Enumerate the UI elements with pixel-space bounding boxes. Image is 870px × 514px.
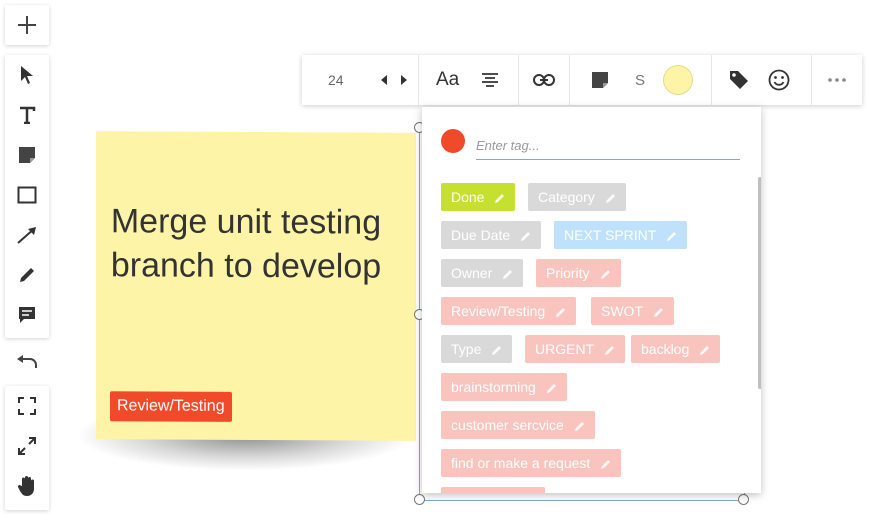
link-button[interactable]: [524, 55, 564, 105]
sticky-note[interactable]: Merge unit testing branch to develop Rev…: [96, 131, 416, 441]
pencil-icon[interactable]: [600, 269, 611, 280]
tag-emoji-section: [712, 55, 813, 105]
font-size-increase-button[interactable]: [394, 55, 414, 105]
smiley-icon: [768, 69, 789, 91]
pen-tool[interactable]: [5, 255, 49, 295]
view-toolbar: [5, 386, 49, 510]
font-size-section: 24: [302, 55, 419, 105]
caret-right-icon: [401, 75, 407, 85]
sticky-note-tool[interactable]: [5, 135, 49, 175]
tag-done[interactable]: Done: [441, 183, 516, 211]
more-button[interactable]: [817, 55, 857, 105]
resize-handle-bottom-left[interactable]: [414, 494, 425, 505]
arrow-tool[interactable]: [5, 215, 49, 255]
hand-tool[interactable]: [5, 466, 49, 506]
tag-type[interactable]: Type: [441, 335, 513, 363]
cursor-icon: [21, 66, 33, 84]
note-text: Merge unit testing branch to develop: [110, 202, 382, 286]
more-section: [812, 55, 862, 105]
plus-icon: [18, 16, 36, 34]
shape-size-button[interactable]: S: [630, 55, 650, 105]
pencil-icon[interactable]: [502, 269, 513, 280]
pencil-icon[interactable]: [666, 231, 677, 242]
link-icon: [533, 74, 556, 86]
resize-handle-bottom-right[interactable]: [738, 494, 749, 505]
font-size-decrease-button[interactable]: [374, 55, 394, 105]
emoji-button[interactable]: [766, 55, 792, 105]
undo-icon: [17, 355, 37, 368]
text-tool[interactable]: [5, 95, 49, 135]
text-align-button[interactable]: [477, 55, 503, 105]
pencil-icon[interactable]: [605, 193, 616, 204]
text-icon: [20, 106, 36, 124]
tag-review-testing[interactable]: Review/Testing: [441, 297, 577, 325]
tag-urgent[interactable]: URGENT: [525, 335, 626, 363]
sticky-note-icon: [19, 147, 35, 163]
color-swatch: [663, 65, 694, 95]
pencil-icon[interactable]: [600, 459, 611, 470]
tag-panel-scrollbar[interactable]: [758, 177, 761, 389]
tag-priority[interactable]: Priority: [536, 259, 621, 287]
pencil-icon[interactable]: [574, 421, 585, 432]
align-center-icon: [481, 73, 498, 87]
tag-button[interactable]: [712, 55, 766, 105]
rectangle-tool[interactable]: [5, 175, 49, 215]
sticky-style-button[interactable]: [570, 55, 630, 105]
tag-partial[interactable]: [441, 487, 545, 493]
pencil-icon[interactable]: [546, 383, 557, 394]
tag-owner[interactable]: Owner: [441, 259, 524, 287]
tag-icon: [729, 71, 748, 89]
pencil-icon[interactable]: [699, 345, 710, 356]
hand-icon: [17, 476, 34, 496]
undo-button[interactable]: [5, 345, 49, 381]
add-button[interactable]: [5, 5, 49, 45]
tag-next-sprint[interactable]: NEXT SPRINT: [554, 221, 688, 249]
pencil-icon[interactable]: [520, 231, 531, 242]
font-button[interactable]: Aa: [419, 55, 477, 105]
tag-customer-service[interactable]: customer sercvice: [441, 411, 595, 439]
fit-screen-icon: [18, 397, 36, 415]
tag-brainstorming[interactable]: brainstorming: [441, 373, 567, 401]
tag-due-date[interactable]: Due Date: [441, 221, 542, 249]
fullscreen-button[interactable]: [5, 426, 49, 466]
tools-toolbar: [5, 55, 49, 338]
tag-category[interactable]: Category: [528, 183, 626, 211]
tag-color-picker[interactable]: [441, 129, 465, 153]
pencil-icon[interactable]: [653, 307, 664, 318]
add-toolbar: [5, 5, 49, 45]
tag-swot[interactable]: SWOT: [591, 297, 674, 325]
comment-tool[interactable]: [5, 295, 49, 335]
tag-input[interactable]: [476, 131, 740, 160]
link-section: [519, 55, 571, 105]
color-picker-button[interactable]: [650, 55, 706, 105]
note-tag[interactable]: Review/Testing: [110, 391, 232, 422]
select-tool[interactable]: [5, 55, 49, 95]
caret-left-icon: [381, 75, 387, 85]
tag-backlog[interactable]: backlog: [631, 335, 721, 363]
style-section: S: [570, 55, 712, 105]
comment-icon: [19, 307, 35, 323]
font-size-value[interactable]: 24: [328, 72, 374, 88]
sticky-note-icon: [592, 72, 609, 88]
pencil-icon[interactable]: [494, 193, 505, 204]
rectangle-icon: [17, 186, 37, 204]
more-icon: [828, 78, 846, 82]
pencil-icon[interactable]: [491, 345, 502, 356]
pencil-icon[interactable]: [604, 345, 615, 356]
fit-screen-button[interactable]: [5, 386, 49, 426]
pencil-icon[interactable]: [555, 307, 566, 318]
tag-panel: Done Category Due Date NEXT SPRINT Owner…: [422, 107, 761, 493]
tag-find-or-make-a-request[interactable]: find or make a request: [441, 449, 622, 477]
fullscreen-icon: [18, 437, 36, 455]
format-toolbar: 24 Aa S: [302, 55, 862, 105]
pen-icon: [20, 268, 34, 282]
arrow-icon: [17, 227, 36, 244]
text-format-section: Aa: [419, 55, 520, 105]
